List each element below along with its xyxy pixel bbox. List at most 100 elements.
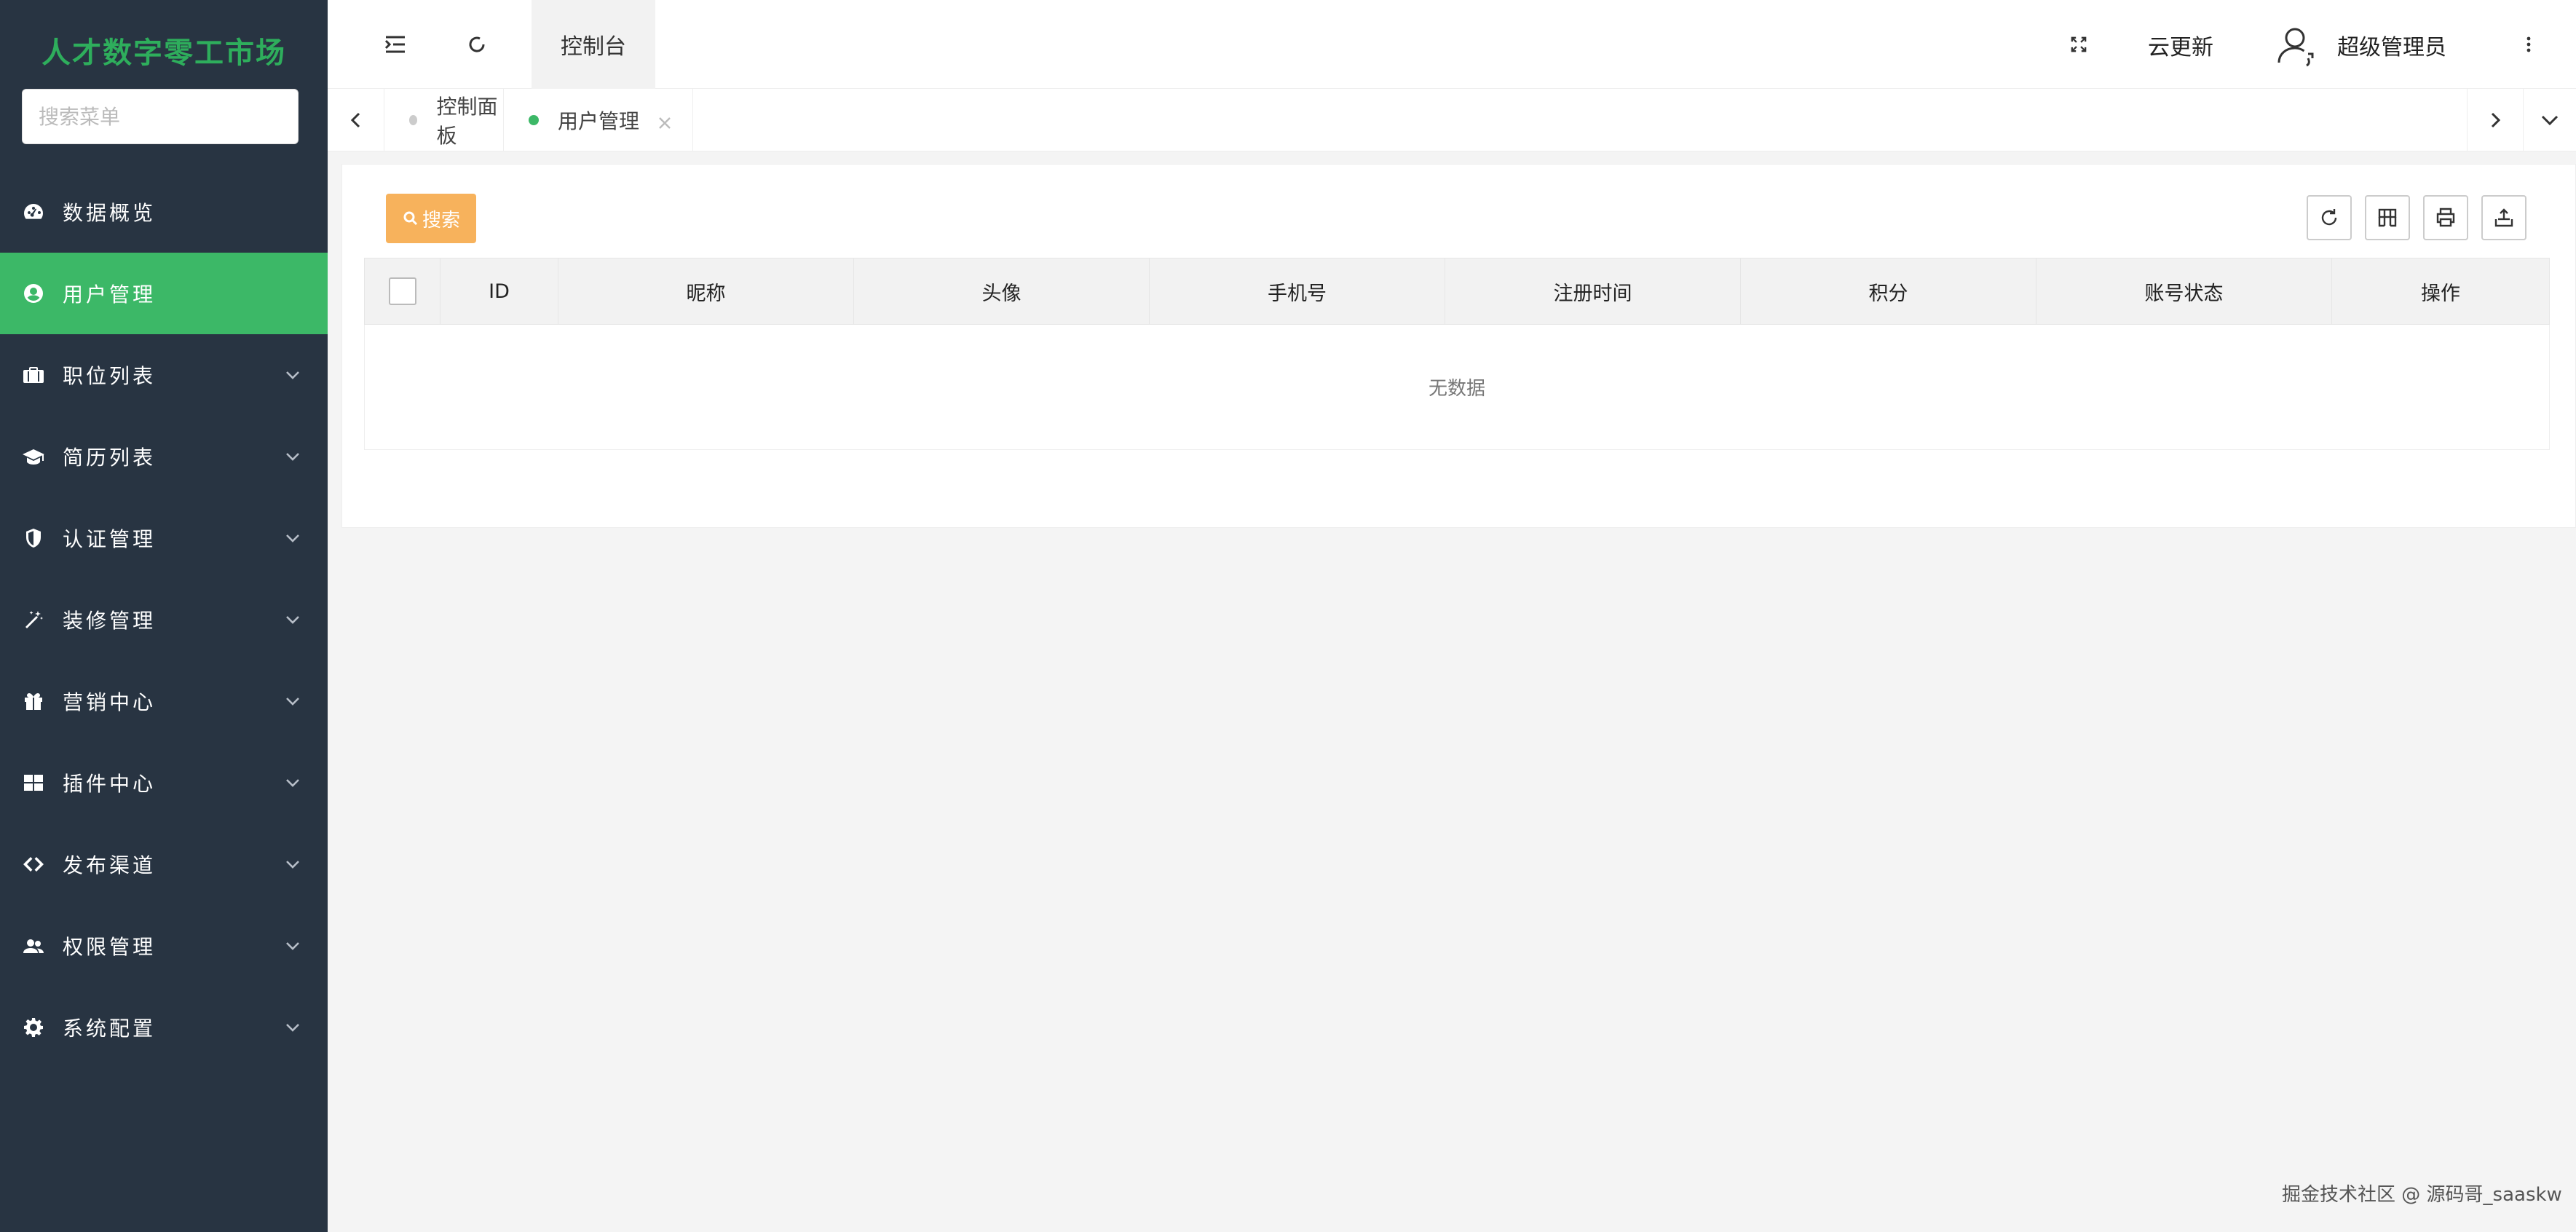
- table-header: ID 昵称 头像 手机号 注册时间 积分 账号状态 操作: [364, 258, 2550, 325]
- chevron-right-icon: [2491, 112, 2501, 128]
- shield-icon: [20, 525, 47, 551]
- menu-search-input[interactable]: [22, 89, 299, 144]
- sidebar-item-label: 营销中心: [63, 690, 157, 714]
- sidebar-item-plugins[interactable]: 插件中心: [0, 742, 328, 824]
- watermark: 掘金技术社区 @ 源码哥_saaskw: [2282, 1184, 2562, 1206]
- select-all-cell: [365, 258, 440, 324]
- sidebar-item-resumes[interactable]: 简历列表: [0, 416, 328, 497]
- diamond-icon: [20, 851, 47, 877]
- chevron-down-icon: [283, 691, 303, 711]
- close-icon[interactable]: [657, 112, 673, 129]
- tab-dot: [409, 115, 418, 125]
- search-button-label: 搜索: [422, 209, 460, 232]
- search-icon: [403, 211, 418, 226]
- empty-state: 无数据: [364, 325, 2550, 450]
- refresh-icon: [469, 36, 485, 52]
- briefcase-icon: [20, 362, 47, 388]
- chevron-left-icon: [350, 112, 360, 128]
- users-icon: [20, 933, 47, 959]
- tab-label: 控制面板: [436, 95, 498, 148]
- fullscreen-button[interactable]: [2055, 20, 2103, 68]
- tabs-menu-button[interactable]: [2524, 89, 2576, 151]
- chevron-down-icon: [283, 446, 303, 467]
- sidebar-item-label: 权限管理: [63, 935, 157, 959]
- tab-console[interactable]: 控制台: [532, 0, 655, 89]
- sidebar-item-channels[interactable]: 发布渠道: [0, 824, 328, 905]
- sidebar-item-label: 插件中心: [63, 772, 157, 796]
- user-table: ID 昵称 头像 手机号 注册时间 积分 账号状态 操作 无数据: [364, 258, 2550, 450]
- refresh-icon: [2321, 209, 2337, 226]
- column-header-account-status[interactable]: 账号状态: [2036, 258, 2332, 324]
- column-header-phone[interactable]: 手机号: [1150, 258, 1445, 324]
- sidebar-menu: 数据概览 用户管理 职位列表 简历列表 认证管理 装修管理 营销中心 插件中心 …: [0, 171, 328, 1068]
- more-vertical-icon: [2526, 36, 2531, 52]
- column-filter-button[interactable]: [2365, 195, 2410, 240]
- sidebar: 人才数字零工市场 数据概览 用户管理 职位列表 简历列表 认证管理 装修管理: [0, 0, 328, 1232]
- indent-icon: [384, 36, 405, 53]
- chevron-down-icon: [2541, 115, 2559, 126]
- menu-toggle-button[interactable]: [371, 20, 419, 68]
- tab-dashboard[interactable]: 控制面板: [384, 89, 504, 151]
- sidebar-item-decoration[interactable]: 装修管理: [0, 579, 328, 660]
- magic-wand-icon: [20, 607, 47, 633]
- export-icon: [2494, 208, 2513, 227]
- sidebar-item-label: 数据概览: [63, 201, 157, 225]
- refresh-button[interactable]: [453, 20, 501, 68]
- page-tabs: 控制面板 用户管理: [328, 89, 2576, 151]
- tab-user-management[interactable]: 用户管理: [504, 89, 693, 151]
- chevron-down-icon: [283, 528, 303, 548]
- sidebar-item-label: 系统配置: [63, 1016, 157, 1041]
- print-button[interactable]: [2423, 195, 2468, 240]
- sidebar-item-label: 用户管理: [63, 283, 157, 307]
- avatar[interactable]: [2275, 22, 2321, 68]
- sidebar-item-label: 职位列表: [63, 364, 157, 388]
- top-header: 控制台 云更新 超级管理员: [328, 0, 2576, 89]
- table-refresh-button[interactable]: [2307, 195, 2352, 240]
- chevron-down-icon: [283, 773, 303, 793]
- export-button[interactable]: [2481, 195, 2526, 240]
- tab-label: 用户管理: [558, 109, 640, 133]
- expand-icon: [2071, 36, 2087, 52]
- chevron-down-icon: [283, 936, 303, 956]
- sidebar-item-overview[interactable]: 数据概览: [0, 171, 328, 253]
- gift-icon: [20, 688, 47, 714]
- sidebar-item-marketing[interactable]: 营销中心: [0, 660, 328, 742]
- sidebar-item-users[interactable]: 用户管理: [0, 253, 328, 334]
- chevron-down-icon: [283, 854, 303, 874]
- sidebar-item-label: 认证管理: [63, 527, 157, 551]
- grid-icon: [20, 770, 47, 796]
- gear-icon: [20, 1014, 47, 1041]
- sidebar-item-label: 发布渠道: [63, 853, 157, 877]
- chevron-down-icon: [283, 609, 303, 630]
- content-card: 搜索 ID 昵称 头像 手机号 注册时间 积分 账号状态 操作 无数据: [341, 164, 2576, 528]
- tabs-scroll-left-button[interactable]: [328, 89, 384, 151]
- sidebar-item-label: 简历列表: [63, 446, 157, 470]
- tab-dot: [529, 115, 539, 125]
- cloud-update-link[interactable]: 云更新: [2148, 29, 2213, 61]
- dashboard-icon: [20, 199, 47, 225]
- graduation-cap-icon: [20, 443, 47, 470]
- column-header-register-time[interactable]: 注册时间: [1445, 258, 1741, 324]
- column-header-points[interactable]: 积分: [1741, 258, 2036, 324]
- more-button[interactable]: [2505, 20, 2553, 68]
- sidebar-item-jobs[interactable]: 职位列表: [0, 334, 328, 416]
- app-logo: 人才数字零工市场: [42, 36, 286, 70]
- search-button[interactable]: 搜索: [386, 194, 476, 243]
- sidebar-item-permissions[interactable]: 权限管理: [0, 905, 328, 987]
- column-header-avatar[interactable]: 头像: [854, 258, 1150, 324]
- column-header-nickname[interactable]: 昵称: [558, 258, 854, 324]
- columns-icon: [2378, 208, 2397, 227]
- user-name[interactable]: 超级管理员: [2337, 29, 2446, 61]
- sidebar-item-label: 装修管理: [63, 609, 157, 633]
- sidebar-item-settings[interactable]: 系统配置: [0, 987, 328, 1068]
- user-icon: [2277, 28, 2314, 67]
- tabs-scroll-right-button[interactable]: [2467, 89, 2524, 151]
- column-header-id[interactable]: ID: [440, 258, 558, 324]
- chevron-down-icon: [283, 1017, 303, 1038]
- sidebar-item-certification[interactable]: 认证管理: [0, 497, 328, 579]
- print-icon: [2436, 208, 2455, 227]
- select-all-checkbox[interactable]: [388, 277, 416, 305]
- chevron-down-icon: [283, 365, 303, 385]
- user-circle-icon: [20, 280, 47, 307]
- column-header-actions[interactable]: 操作: [2332, 258, 2549, 324]
